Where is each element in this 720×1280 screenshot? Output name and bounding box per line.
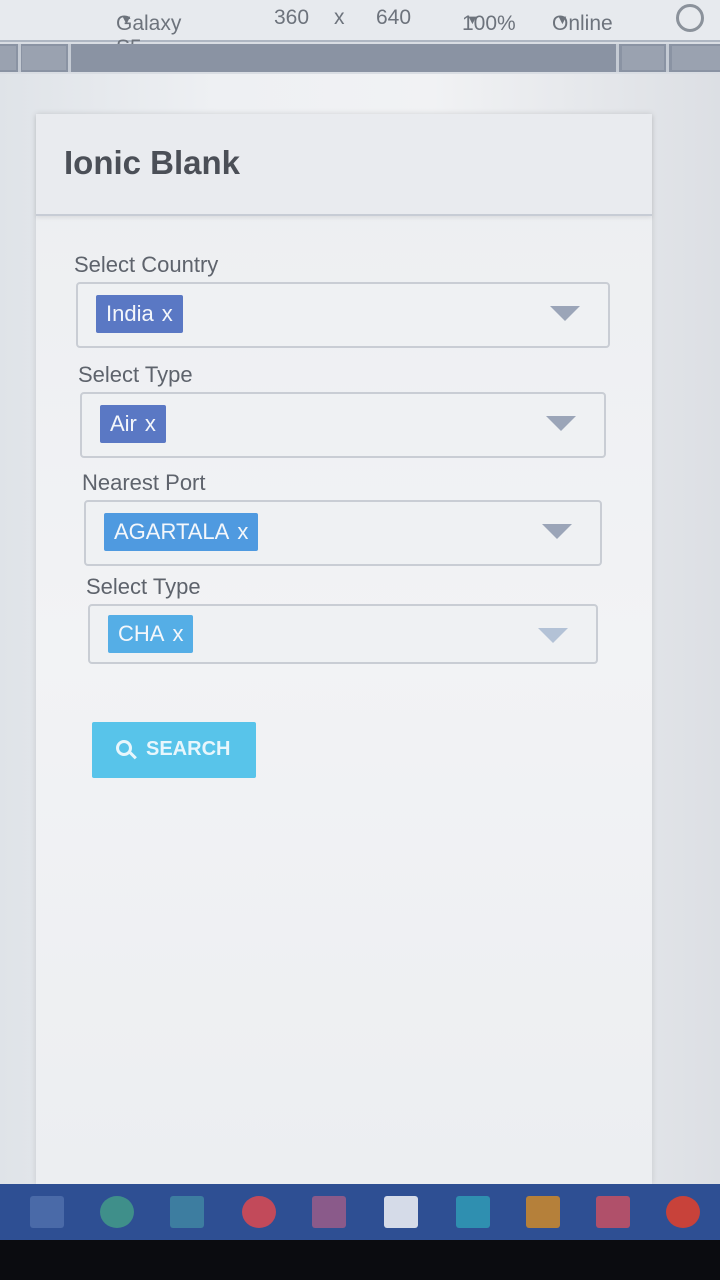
ruler-tick — [18, 44, 21, 72]
dimension-separator: x — [334, 6, 345, 29]
ruler-segment[interactable] — [622, 46, 664, 70]
port-label: Nearest Port — [82, 470, 206, 495]
search-button-label: SEARCH — [146, 738, 231, 760]
height-field[interactable]: 640 — [376, 6, 411, 30]
dropdown-arrow-icon[interactable] — [542, 524, 572, 539]
chrome-icon[interactable] — [100, 1196, 134, 1228]
ruler-tick — [616, 44, 619, 72]
country-select[interactable]: India x — [76, 282, 610, 348]
rotate-icon[interactable] — [676, 4, 704, 32]
search-icon — [116, 740, 132, 756]
page-title: Ionic Blank — [64, 144, 241, 181]
width-field[interactable]: 360 — [274, 6, 309, 30]
chip-remove-button[interactable]: x — [145, 411, 156, 436]
type-chip: Air x — [100, 405, 166, 443]
caret-down-icon: ▼ — [466, 12, 479, 27]
chip-text: Air — [110, 411, 137, 436]
screen-bezel — [0, 1240, 720, 1280]
country-chip: India x — [96, 295, 183, 333]
type-select[interactable]: Air x — [80, 392, 606, 458]
chip-remove-button[interactable]: x — [162, 301, 173, 326]
paint-icon[interactable] — [242, 1196, 276, 1228]
type2-chip: CHA x — [108, 615, 194, 653]
search-button[interactable]: SEARCH — [92, 722, 256, 778]
app-icon[interactable] — [384, 1196, 418, 1228]
ruler-segment[interactable] — [22, 46, 66, 70]
ruler-tick — [68, 44, 71, 72]
start-icon[interactable] — [30, 1196, 64, 1228]
dropdown-arrow-icon[interactable] — [538, 628, 568, 643]
type2-label: Select Type — [86, 574, 201, 599]
chip-remove-button[interactable]: x — [237, 519, 248, 544]
caret-down-icon: ▼ — [120, 12, 133, 27]
media-query-ruler — [0, 44, 720, 72]
ruler-tick — [666, 44, 669, 72]
type2-select[interactable]: CHA x — [88, 604, 598, 664]
country-label: Select Country — [74, 252, 219, 277]
port-chip: AGARTALA x — [104, 513, 259, 551]
taskbar — [0, 1184, 720, 1240]
settings-icon[interactable] — [666, 1196, 700, 1228]
vscode-icon[interactable] — [456, 1196, 490, 1228]
browser-icon[interactable] — [312, 1196, 346, 1228]
device-toolbar: Galaxy S5▼ 360 x 640 100%▼ Online▼ — [0, 0, 720, 59]
chip-text: India — [106, 301, 154, 326]
tool-icon[interactable] — [526, 1196, 560, 1228]
image-icon[interactable] — [596, 1196, 630, 1228]
dropdown-arrow-icon[interactable] — [550, 306, 580, 321]
port-select[interactable]: AGARTALA x — [84, 500, 602, 566]
chip-remove-button[interactable]: x — [172, 621, 183, 646]
ruler-segment[interactable] — [672, 46, 720, 70]
ruler-segment[interactable] — [0, 46, 16, 70]
type-label: Select Type — [78, 362, 193, 387]
device-viewport: Ionic Blank Select Country India x Select… — [0, 74, 720, 1184]
app-header: Ionic Blank — [36, 114, 652, 216]
dropdown-arrow-icon[interactable] — [546, 416, 576, 431]
chip-text: AGARTALA — [114, 519, 230, 544]
chip-text: CHA — [118, 621, 165, 646]
ionic-app: Ionic Blank Select Country India x Select… — [36, 114, 652, 1184]
folder-icon[interactable] — [170, 1196, 204, 1228]
caret-down-icon: ▼ — [556, 12, 569, 27]
